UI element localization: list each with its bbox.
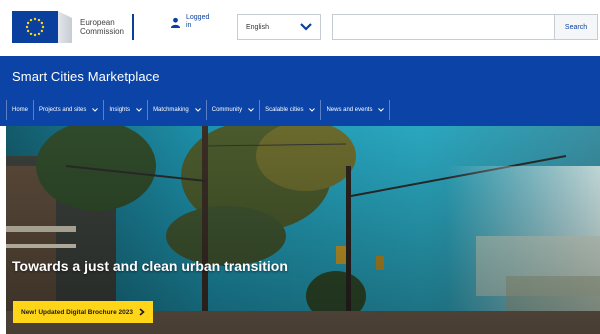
site-header: European Commission Logged in English Se… <box>0 0 600 56</box>
nav-item-label: Insights <box>109 107 131 113</box>
nav-item-scalable-cities[interactable]: Scalable cities <box>259 100 320 120</box>
hero-heading: Towards a just and clean urban transitio… <box>12 258 288 274</box>
nav-item-label: News and events <box>326 107 373 113</box>
nav-item-label: Matchmaking <box>153 107 189 113</box>
nav-item-matchmaking[interactable]: Matchmaking <box>147 100 206 120</box>
hero-banner: Towards a just and clean urban transitio… <box>6 126 600 334</box>
logo-text: European Commission <box>80 18 124 36</box>
chevron-right-icon <box>139 308 145 316</box>
logo-line-2: Commission <box>80 27 125 36</box>
nav-item-news-and-events[interactable]: News and events <box>320 100 391 120</box>
chevron-down-icon <box>309 108 316 112</box>
nav-item-label: Home <box>12 107 29 113</box>
chevron-down-icon <box>194 108 201 112</box>
nav-item-home[interactable]: Home <box>6 100 33 120</box>
logo-line-1: European <box>80 18 115 27</box>
main-nav: Home Projects and sites Insights Matchma… <box>6 100 391 120</box>
logo-divider <box>132 14 135 40</box>
brochure-button[interactable]: New! Updated Digital Brochure 2023 <box>13 301 153 323</box>
logo-fold <box>58 11 72 43</box>
eu-flag-icon <box>12 11 58 43</box>
site-banner: Smart Cities Marketplace Home Projects a… <box>0 56 600 126</box>
nav-item-label: Scalable cities <box>265 107 304 113</box>
search-input[interactable] <box>332 14 554 40</box>
chevron-down-icon <box>292 15 320 39</box>
login-link[interactable]: Logged in <box>170 14 216 30</box>
search-bar: Search <box>332 14 598 40</box>
nav-item-projects-and-sites[interactable]: Projects and sites <box>33 100 103 120</box>
language-select[interactable]: English <box>237 14 321 40</box>
site-title[interactable]: Smart Cities Marketplace <box>12 69 160 84</box>
brochure-button-label: New! Updated Digital Brochure 2023 <box>21 308 133 316</box>
nav-item-label: Projects and sites <box>39 107 87 113</box>
language-selected: English <box>246 23 269 31</box>
nav-item-label: Community <box>211 107 243 113</box>
chevron-down-icon <box>136 108 142 112</box>
nav-item-community[interactable]: Community <box>205 100 259 120</box>
european-commission-logo[interactable]: European Commission <box>12 8 148 46</box>
user-icon <box>170 17 181 28</box>
search-button[interactable]: Search <box>554 14 598 40</box>
chevron-down-icon <box>248 108 254 112</box>
nav-item-insights[interactable]: Insights <box>103 100 147 120</box>
chevron-down-icon <box>378 108 385 112</box>
login-label: Logged in <box>186 14 210 29</box>
chevron-down-icon <box>92 108 99 112</box>
